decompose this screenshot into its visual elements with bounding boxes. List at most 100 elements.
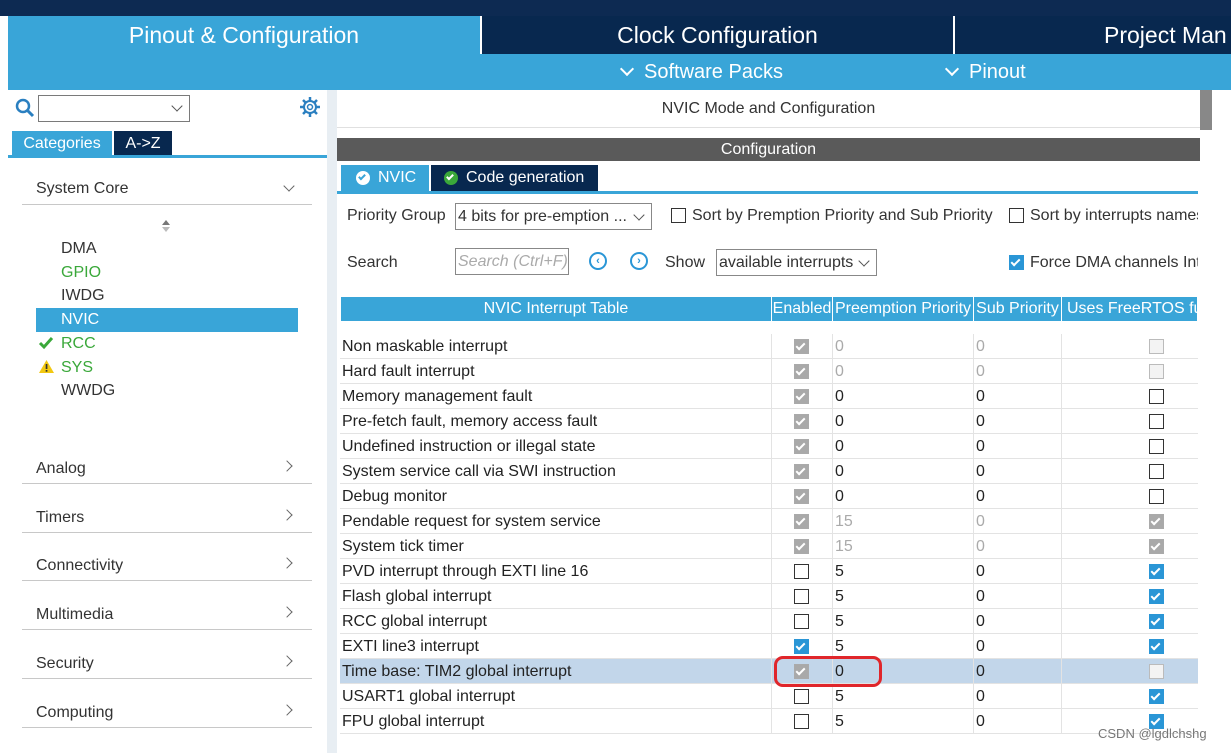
table-row[interactable]: Non maskable interrupt 0 0 [340,334,1198,359]
column-header-enabled[interactable]: Enabled [772,297,833,321]
peripheral-nvic[interactable]: NVIC [61,311,99,329]
search-next-icon[interactable]: › [630,252,648,270]
column-header-preemption[interactable]: Preemption Priority [833,297,974,321]
enabled-checkbox[interactable] [794,439,809,454]
peripheral-wwdg[interactable]: WWDG [61,382,115,400]
table-row[interactable]: Pre-fetch fault, memory access fault 0 0 [340,409,1198,434]
table-row[interactable]: Time base: TIM2 global interrupt 0 0 [340,659,1198,684]
enabled-checkbox[interactable] [794,564,809,579]
panel-splitter[interactable] [327,90,337,753]
sub-priority-value[interactable]: 0 [976,609,1060,634]
interrupt-search-input[interactable]: Search (Ctrl+F) [455,248,569,275]
peripheral-sys[interactable]: SYS [61,359,93,377]
tab-clock-configuration[interactable]: Clock Configuration [482,16,953,54]
peripheral-iwdg[interactable]: IWDG [61,287,105,305]
freertos-checkbox[interactable] [1149,589,1164,604]
freertos-checkbox[interactable] [1149,464,1164,479]
section-analog[interactable]: Analog [36,460,86,478]
preemption-priority-value[interactable]: 15 [835,534,971,559]
sub-priority-value[interactable]: 0 [976,559,1060,584]
force-dma-checkbox[interactable] [1009,255,1024,270]
table-row[interactable]: Debug monitor 0 0 [340,484,1198,509]
sort-preemption-checkbox[interactable] [671,208,686,223]
table-row[interactable]: Undefined instruction or illegal state 0 0 [340,434,1198,459]
preemption-priority-value[interactable]: 0 [835,384,971,409]
table-row[interactable]: Memory management fault 0 0 [340,384,1198,409]
column-header-interrupt[interactable]: NVIC Interrupt Table [341,297,772,321]
sub-priority-value[interactable]: 0 [976,484,1060,509]
preemption-priority-value[interactable]: 5 [835,684,971,709]
show-filter-select[interactable]: available interrupts [716,249,877,276]
freertos-checkbox[interactable] [1149,564,1164,579]
table-row[interactable]: System tick timer 15 0 [340,534,1198,559]
freertos-checkbox[interactable] [1149,489,1164,504]
tab-nvic[interactable]: NVIC [341,165,429,191]
column-header-freertos[interactable]: Uses FreeRTOS fu [1062,297,1198,321]
enabled-checkbox[interactable] [794,389,809,404]
enabled-checkbox[interactable] [794,689,809,704]
tab-project-manager[interactable]: Project Man [955,16,1231,54]
tab-code-generation[interactable]: Code generation [431,165,598,191]
enabled-checkbox[interactable] [794,614,809,629]
table-row[interactable]: Pendable request for system service 15 0 [340,509,1198,534]
section-multimedia[interactable]: Multimedia [36,606,113,624]
enabled-checkbox[interactable] [794,514,809,529]
software-packs-menu[interactable]: Software Packs [618,54,783,90]
tab-a-z[interactable]: A->Z [114,131,172,157]
preemption-priority-value[interactable]: 5 [835,709,971,734]
pinout-menu[interactable]: Pinout [943,54,1026,90]
preemption-priority-value[interactable]: 0 [835,459,971,484]
freertos-checkbox[interactable] [1149,339,1164,354]
sub-priority-value[interactable]: 0 [976,584,1060,609]
gear-icon[interactable] [299,96,321,118]
enabled-checkbox[interactable] [794,414,809,429]
tab-pinout-configuration[interactable]: Pinout & Configuration [8,16,480,54]
peripheral-gpio[interactable]: GPIO [61,264,101,282]
sub-priority-value[interactable]: 0 [976,384,1060,409]
preemption-priority-value[interactable]: 0 [835,434,971,459]
scrollbar[interactable] [1200,90,1212,130]
sort-icon[interactable] [161,219,171,238]
enabled-checkbox[interactable] [794,539,809,554]
enabled-checkbox[interactable] [794,464,809,479]
freertos-checkbox[interactable] [1149,614,1164,629]
sort-names-checkbox[interactable] [1009,208,1024,223]
sub-priority-value[interactable]: 0 [976,709,1060,734]
section-security[interactable]: Security [36,655,94,673]
enabled-checkbox[interactable] [794,364,809,379]
section-computing[interactable]: Computing [36,704,113,722]
sub-priority-value[interactable]: 0 [976,434,1060,459]
section-connectivity[interactable]: Connectivity [36,557,123,575]
table-row[interactable]: EXTI line3 interrupt 5 0 [340,634,1198,659]
sub-priority-value[interactable]: 0 [976,334,1060,359]
preemption-priority-value[interactable]: 5 [835,559,971,584]
table-row[interactable]: System service call via SWI instruction 0… [340,459,1198,484]
freertos-checkbox[interactable] [1149,664,1164,679]
table-row[interactable]: FPU global interrupt 5 0 [340,709,1198,734]
enabled-checkbox[interactable] [794,489,809,504]
table-row[interactable]: Flash global interrupt 5 0 [340,584,1198,609]
table-row[interactable]: Hard fault interrupt 0 0 [340,359,1198,384]
enabled-checkbox[interactable] [794,639,809,654]
preemption-priority-value[interactable]: 5 [835,609,971,634]
preemption-priority-value[interactable]: 0 [835,409,971,434]
freertos-checkbox[interactable] [1149,364,1164,379]
table-row[interactable]: PVD interrupt through EXTI line 16 5 0 [340,559,1198,584]
peripheral-rcc[interactable]: RCC [61,335,96,353]
sub-priority-value[interactable]: 0 [976,634,1060,659]
enabled-checkbox[interactable] [794,339,809,354]
freertos-checkbox[interactable] [1149,389,1164,404]
sub-priority-value[interactable]: 0 [976,534,1060,559]
preemption-priority-value[interactable]: 5 [835,584,971,609]
preemption-priority-value[interactable]: 0 [835,484,971,509]
sub-priority-value[interactable]: 0 [976,659,1060,684]
preemption-priority-value[interactable]: 0 [835,334,971,359]
sub-priority-value[interactable]: 0 [976,684,1060,709]
peripheral-dma[interactable]: DMA [61,240,97,258]
enabled-checkbox[interactable] [794,714,809,729]
freertos-checkbox[interactable] [1149,689,1164,704]
preemption-priority-value[interactable]: 15 [835,509,971,534]
table-row[interactable]: USART1 global interrupt 5 0 [340,684,1198,709]
column-header-sub-priority[interactable]: Sub Priority [974,297,1062,321]
priority-group-select[interactable]: 4 bits for pre-emption ... [455,203,652,230]
